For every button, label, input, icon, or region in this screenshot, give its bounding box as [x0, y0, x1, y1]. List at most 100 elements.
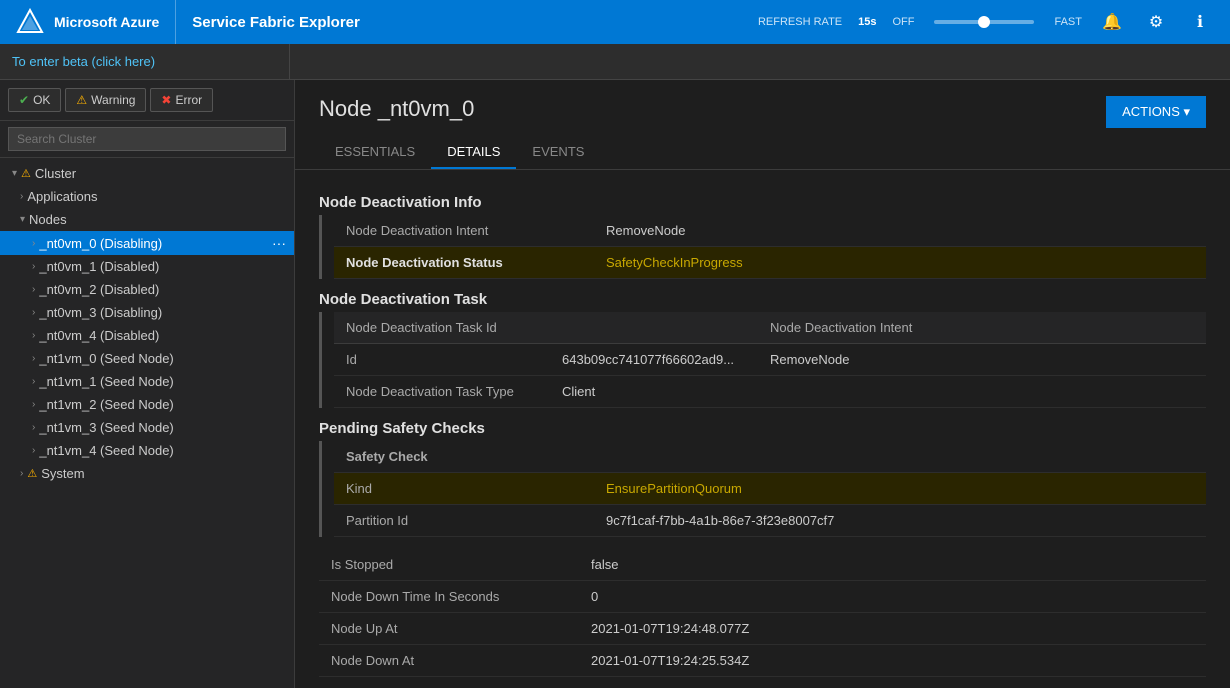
- section-heading-deactivation-info: Node Deactivation Info: [319, 194, 1206, 211]
- ok-icon: ✔: [19, 93, 29, 107]
- beta-link[interactable]: To enter beta (click here): [12, 54, 155, 69]
- tree-node-nt0vm4[interactable]: › _nt0vm_4 (Disabled): [0, 324, 294, 347]
- tree-nodes[interactable]: ▾ Nodes: [0, 208, 294, 231]
- node-down-at-value: 2021-01-07T19:24:25.534Z: [591, 653, 749, 668]
- type-label: Node Deactivation Task Type: [346, 384, 546, 399]
- tab-events[interactable]: EVENTS: [516, 136, 600, 169]
- chevron-right-icon: ›: [32, 261, 35, 272]
- is-stopped-row: Is Stopped false: [319, 549, 1206, 581]
- info-icon[interactable]: ℹ: [1186, 8, 1214, 36]
- chevron-right-icon: ›: [32, 399, 35, 410]
- node-up-at-label: Node Up At: [331, 621, 591, 636]
- safety-kind-row: Kind EnsurePartitionQuorum: [334, 473, 1206, 505]
- task-header-col1: Node Deactivation Task Id: [346, 320, 770, 335]
- tree-node-nt1vm3[interactable]: › _nt1vm_3 (Seed Node): [0, 416, 294, 439]
- type-value: Client: [562, 384, 595, 399]
- system-label: System: [41, 466, 286, 481]
- chevron-right-icon: ›: [32, 307, 35, 318]
- node-down-time-value: 0: [591, 589, 598, 604]
- search-box: [0, 121, 294, 158]
- is-stopped-value: false: [591, 557, 618, 572]
- tree-cluster[interactable]: ▾ ⚠ Cluster: [0, 162, 294, 185]
- error-button[interactable]: ✖ Error: [150, 88, 213, 112]
- tab-bar: ESSENTIALS DETAILS EVENTS: [295, 136, 1230, 170]
- top-navigation: Microsoft Azure Service Fabric Explorer …: [0, 0, 1230, 44]
- partition-value: 9c7f1caf-f7bb-4a1b-86e7-3f23e8007cf7: [606, 513, 834, 528]
- nav-right: REFRESH RATE 15s OFF FAST 🔔 ⚙ ℹ: [758, 8, 1230, 36]
- task-id-label: Id 643b09cc741077f66602ad9...: [346, 352, 770, 367]
- tree-node-nt1vm0[interactable]: › _nt1vm_0 (Seed Node): [0, 347, 294, 370]
- tree-node-nt1vm2[interactable]: › _nt1vm_2 (Seed Node): [0, 393, 294, 416]
- warning-button[interactable]: ⚠ Warning: [65, 88, 146, 112]
- right-header: Node _nt0vm_0 ACTIONS ▾: [295, 80, 1230, 128]
- tree-system[interactable]: › ⚠ System: [0, 462, 294, 485]
- chevron-right-icon: ›: [32, 445, 35, 456]
- node-menu-icon[interactable]: ···: [272, 235, 286, 251]
- id-label: Id: [346, 352, 546, 367]
- node-label-8: _nt1vm_3 (Seed Node): [39, 420, 286, 435]
- tab-details[interactable]: DETAILS: [431, 136, 516, 169]
- chevron-down-icon: ▾: [12, 168, 17, 179]
- kind-label: Kind: [346, 481, 606, 496]
- node-label-1: _nt0vm_1 (Disabled): [39, 259, 286, 274]
- node-down-at-label: Node Down At: [331, 653, 591, 668]
- task-table-header: Node Deactivation Task Id Node Deactivat…: [334, 312, 1206, 344]
- cluster-warn-icon: ⚠: [21, 167, 31, 180]
- detail-row-intent: Node Deactivation Intent RemoveNode: [334, 215, 1206, 247]
- tree-node-nt0vm1[interactable]: › _nt0vm_1 (Disabled): [0, 255, 294, 278]
- bell-icon[interactable]: 🔔: [1098, 8, 1126, 36]
- azure-logo: [16, 8, 44, 36]
- tree-node-nt1vm4[interactable]: › _nt1vm_4 (Seed Node): [0, 439, 294, 462]
- search-input[interactable]: [8, 127, 286, 151]
- actions-button[interactable]: ACTIONS ▾: [1106, 96, 1206, 128]
- system-warn-icon: ⚠: [27, 467, 37, 480]
- refresh-off: OFF: [892, 16, 914, 28]
- node-up-at-row: Node Up At 2021-01-07T19:24:48.077Z: [319, 613, 1206, 645]
- safety-check-header-row: Safety Check: [334, 441, 1206, 473]
- beta-banner: To enter beta (click here): [0, 44, 1230, 80]
- node-label-5: _nt1vm_0 (Seed Node): [39, 351, 286, 366]
- tree-node-nt1vm1[interactable]: › _nt1vm_1 (Seed Node): [0, 370, 294, 393]
- refresh-slider[interactable]: [934, 20, 1034, 24]
- task-row-id: Id 643b09cc741077f66602ad9... RemoveNode: [334, 344, 1206, 376]
- node-down-time-row: Node Down Time In Seconds 0: [319, 581, 1206, 613]
- task-type-label: Node Deactivation Task Type Client: [346, 384, 770, 399]
- ok-button[interactable]: ✔ OK: [8, 88, 61, 112]
- title-prefix: Node: [319, 96, 372, 121]
- tree-node-nt0vm0[interactable]: › _nt0vm_0 (Disabling) ···: [0, 231, 294, 255]
- tree-node-nt0vm2[interactable]: › _nt0vm_2 (Disabled): [0, 278, 294, 301]
- partition-id-row: Partition Id 9c7f1caf-f7bb-4a1b-86e7-3f2…: [334, 505, 1206, 537]
- task-type-intent: [770, 384, 1194, 399]
- node-label-4: _nt0vm_4 (Disabled): [39, 328, 286, 343]
- content-area: Node Deactivation Info Node Deactivation…: [295, 170, 1230, 688]
- warning-icon: ⚠: [76, 93, 87, 107]
- status-label: Node Deactivation Status: [346, 255, 606, 270]
- node-down-at-row: Node Down At 2021-01-07T19:24:25.534Z: [319, 645, 1206, 677]
- right-panel: Node _nt0vm_0 ACTIONS ▾ ESSENTIALS DETAI…: [295, 80, 1230, 688]
- gear-icon[interactable]: ⚙: [1142, 8, 1170, 36]
- tree-node-nt0vm3[interactable]: › _nt0vm_3 (Disabling): [0, 301, 294, 324]
- intent-label: Node Deactivation Intent: [346, 223, 606, 238]
- intent-value: RemoveNode: [606, 223, 686, 238]
- node-up-at-value: 2021-01-07T19:24:48.077Z: [591, 621, 749, 636]
- safety-check-header: Safety Check: [346, 449, 606, 464]
- tab-essentials[interactable]: ESSENTIALS: [319, 136, 431, 169]
- section-heading-deactivation-task: Node Deactivation Task: [319, 291, 1206, 308]
- cluster-label: Cluster: [35, 166, 286, 181]
- node-label-3: _nt0vm_3 (Disabling): [39, 305, 286, 320]
- chevron-right-icon: ›: [20, 468, 23, 479]
- app-title: Service Fabric Explorer: [176, 14, 758, 31]
- chevron-right-icon: ›: [32, 376, 35, 387]
- detail-row-status: Node Deactivation Status SafetyCheckInPr…: [334, 247, 1206, 279]
- task-header-col2: Node Deactivation Intent: [770, 320, 1194, 335]
- partition-label: Partition Id: [346, 513, 606, 528]
- chevron-right-icon: ›: [32, 422, 35, 433]
- tree-applications[interactable]: › Applications: [0, 185, 294, 208]
- azure-brand: Microsoft Azure: [0, 0, 176, 44]
- deactivation-info-section: Node Deactivation Intent RemoveNode Node…: [319, 215, 1206, 279]
- kind-value: EnsurePartitionQuorum: [606, 481, 742, 496]
- chevron-right-icon: ›: [32, 353, 35, 364]
- chevron-right-icon: ›: [32, 284, 35, 295]
- chevron-down-icon-nodes: ▾: [20, 214, 25, 225]
- section-heading-safety-checks: Pending Safety Checks: [319, 420, 1206, 437]
